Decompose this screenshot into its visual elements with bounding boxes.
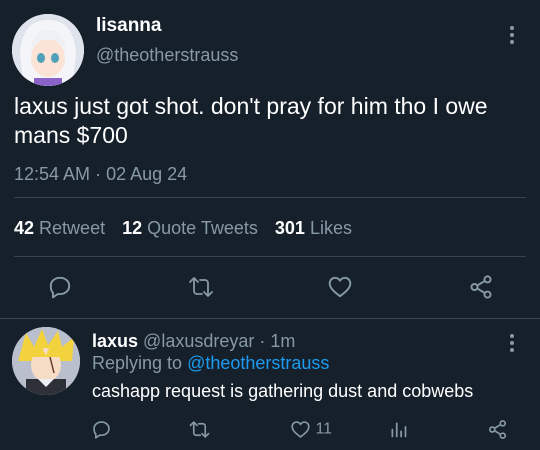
tweet-time: 12:54 AM (14, 164, 91, 184)
retweet-count: 42 (14, 218, 35, 238)
divider-mid (14, 256, 526, 257)
reply-retweet-icon[interactable] (188, 419, 211, 440)
quote-stat[interactable]: 12 Quote Tweets (122, 218, 263, 238)
tweet-text: laxus just got shot. don't pray for him … (14, 93, 488, 148)
divider-top (14, 197, 526, 198)
likes-stat[interactable]: 301 Likes (275, 218, 352, 238)
reply-like-button[interactable]: 11 (290, 419, 332, 440)
tweet-stats: 42 Retweet 12 Quote Tweets 301 Likes (14, 218, 352, 239)
reply-separator: · (259, 331, 266, 351)
quote-label: Quote Tweets (147, 218, 258, 238)
author-handle[interactable]: @theotherstrauss (96, 45, 238, 66)
reply-author-name[interactable]: laxus (92, 331, 138, 351)
timestamp-separator: · (95, 164, 102, 184)
divider-bottom (0, 318, 540, 319)
likes-label: Likes (309, 218, 352, 238)
replying-to: Replying to @theotherstrauss (92, 353, 329, 374)
reply-analytics-icon[interactable] (388, 419, 409, 440)
retweet-stat[interactable]: 42 Retweet (14, 218, 110, 238)
reply-author-avatar[interactable] (12, 327, 80, 395)
retweet-label: Retweet (39, 218, 106, 238)
reply-share-icon[interactable] (487, 419, 508, 440)
retweet-icon[interactable] (187, 274, 215, 300)
likes-count: 301 (274, 218, 305, 238)
reply-author-handle[interactable]: @laxusdreyar (143, 331, 254, 351)
reply-like-count: 11 (315, 420, 333, 438)
reply-age: 1m (270, 331, 296, 351)
share-icon[interactable] (468, 274, 494, 300)
like-icon[interactable] (327, 274, 353, 300)
reply-text: cashapp request is gathering dust and co… (92, 381, 474, 401)
reply-like-icon (290, 419, 311, 440)
quote-count: 12 (122, 218, 143, 238)
reply-header: laxus @laxusdreyar · 1m (92, 331, 295, 352)
author-name[interactable]: lisanna (96, 15, 161, 37)
reply-reply-icon[interactable] (91, 419, 112, 440)
tweet-timestamp: 12:54 AM · 02 Aug 24 (14, 164, 187, 185)
replying-to-handle[interactable]: @theotherstrauss (187, 353, 329, 373)
author-avatar[interactable] (12, 14, 84, 86)
tweet-date: 02 Aug 24 (106, 164, 188, 184)
reply-more-options-icon[interactable] (507, 332, 517, 354)
more-options-icon[interactable] (507, 24, 517, 46)
replying-to-label: Replying to (92, 353, 183, 373)
reply-icon[interactable] (47, 274, 73, 300)
